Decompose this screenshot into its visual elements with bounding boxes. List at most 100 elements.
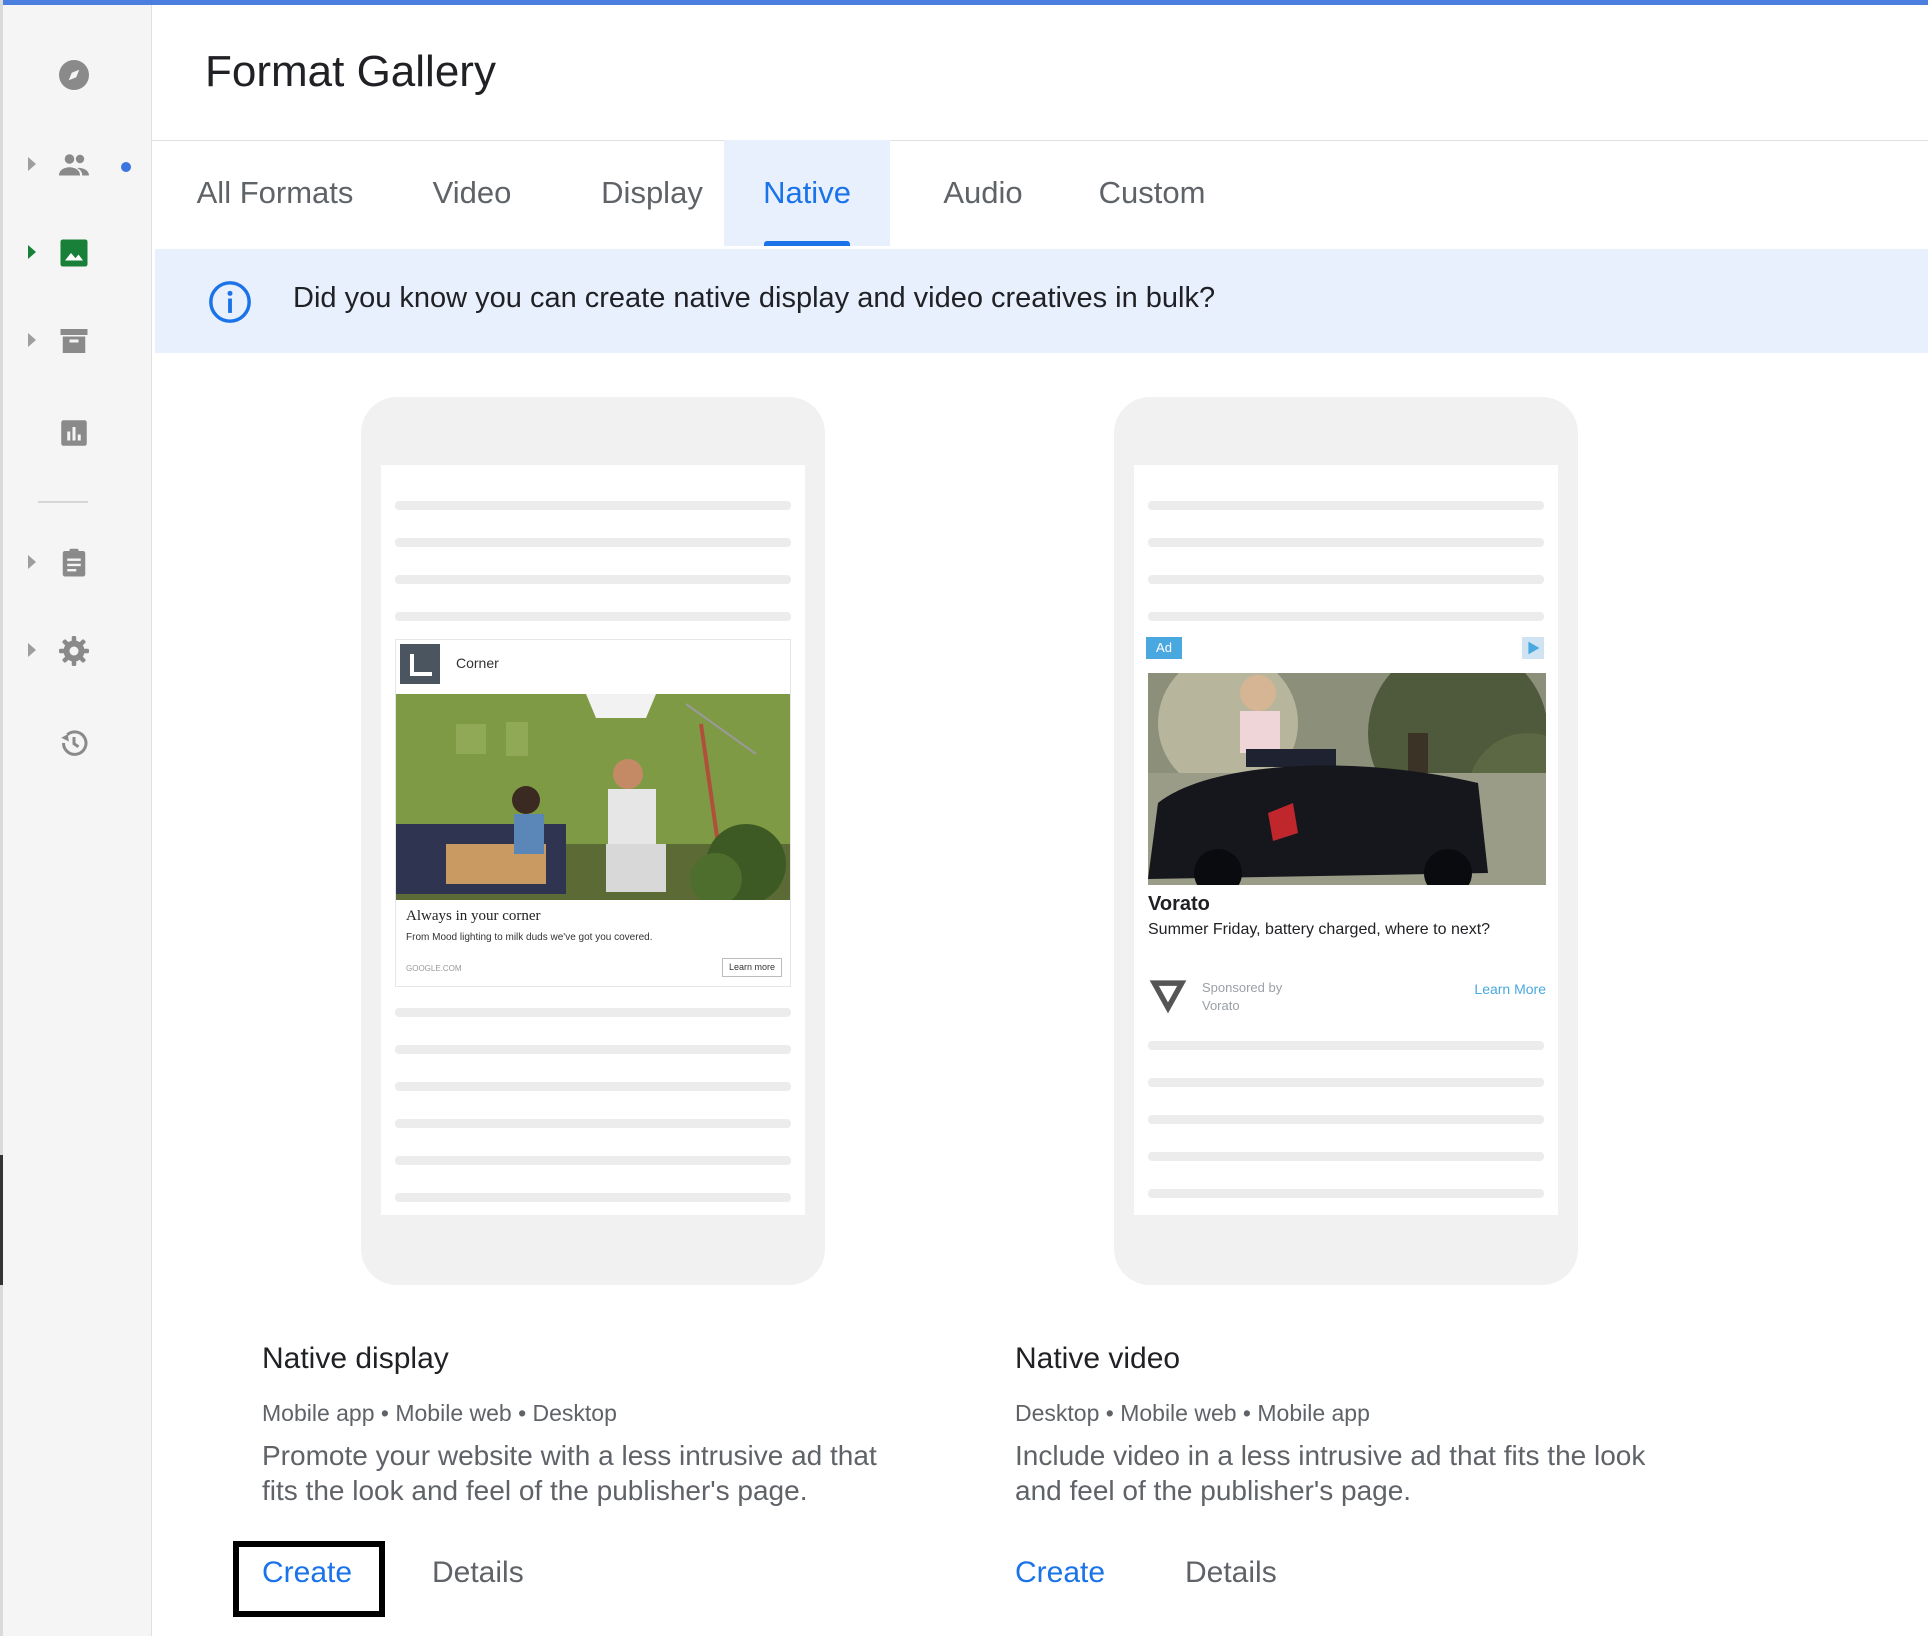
placeholder-line: [395, 1156, 791, 1165]
active-tab-indicator: [764, 241, 850, 246]
sponsor-text: Sponsored by Vorato: [1202, 979, 1282, 1015]
ad-description: From Mood lighting to milk duds we've go…: [406, 932, 653, 943]
sidebar-item-history[interactable]: [0, 711, 152, 775]
tab-all-formats[interactable]: All Formats: [182, 140, 368, 246]
living-room-photo: [396, 694, 790, 900]
card-description: Include video in a less intrusive ad tha…: [1015, 1438, 1695, 1508]
native-display-preview: Corner Always in your corner From Mood l…: [361, 397, 825, 1285]
tab-label: Native: [763, 175, 851, 210]
caret-right-icon: [28, 643, 36, 657]
native-ad-card: Corner Always in your corner From Mood l…: [395, 639, 791, 987]
tab-audio[interactable]: Audio: [916, 140, 1050, 246]
history-icon: [61, 730, 88, 756]
highlight-box: [233, 1541, 385, 1617]
card-title-native-display: Native display: [262, 1342, 449, 1375]
description-line: and feel of the publisher's page.: [1015, 1475, 1412, 1506]
ad-image: [396, 694, 790, 900]
placeholder-line: [395, 1045, 791, 1054]
brand-logo: [400, 644, 440, 684]
ad-domain: GOOGLE.COM: [406, 964, 462, 973]
brand-logo-icon: [1149, 980, 1187, 1014]
sidebar-item-creatives[interactable]: [0, 221, 152, 285]
ad-badge: Ad: [1146, 637, 1182, 659]
description-line: fits the look and feel of the publisher'…: [262, 1475, 808, 1506]
video-ad-title: Vorato: [1148, 893, 1210, 915]
banner-text: Did you know you can create native displ…: [293, 282, 1216, 314]
sidebar: [0, 5, 152, 1636]
window-left-edge: [0, 0, 3, 1636]
placeholder-line: [395, 612, 791, 621]
video-thumbnail: [1148, 673, 1546, 885]
sidebar-item-archive[interactable]: [0, 309, 152, 373]
placeholder-line: [1148, 575, 1544, 584]
placeholder-line: [395, 1193, 791, 1202]
video-ad-description: Summer Friday, battery charged, where to…: [1148, 921, 1491, 938]
ad-headline: Always in your corner: [406, 908, 541, 924]
caret-right-icon: [28, 555, 36, 569]
sidebar-item-reports[interactable]: [0, 401, 152, 465]
placeholder-line: [1148, 1189, 1544, 1198]
tab-native[interactable]: Native: [724, 140, 890, 246]
tab-video[interactable]: Video: [410, 140, 534, 246]
bar-chart-icon: [61, 420, 87, 446]
placeholder-line: [395, 501, 791, 510]
sidebar-item-settings[interactable]: [0, 619, 152, 683]
placeholder-line: [395, 1008, 791, 1017]
ad-brand-name: Corner: [456, 655, 499, 671]
notification-dot: [121, 162, 131, 172]
format-tabs: All Formats Video Display Native Audio C…: [152, 140, 1928, 246]
video-ad-learn-more: Learn More: [1474, 981, 1546, 997]
card-platforms: Mobile app • Mobile web • Desktop: [262, 1400, 617, 1426]
info-banner: Did you know you can create native displ…: [155, 249, 1928, 353]
caret-right-icon: [28, 157, 36, 171]
card-title-native-video: Native video: [1015, 1342, 1181, 1375]
native-video-create-button[interactable]: Create: [1015, 1556, 1105, 1590]
card-platforms: Desktop • Mobile web • Mobile app: [1015, 1400, 1370, 1426]
placeholder-line: [1148, 612, 1544, 621]
placeholder-line: [1148, 1115, 1544, 1124]
tab-label: Video: [432, 175, 512, 210]
window-edge-marker: [0, 1155, 3, 1285]
placeholder-line: [395, 1119, 791, 1128]
explore-icon: [59, 60, 89, 90]
description-line: Include video in a less intrusive ad tha…: [1015, 1440, 1646, 1471]
sidebar-item-explore[interactable]: [0, 43, 152, 107]
page-title: Format Gallery: [205, 47, 496, 96]
phone-screen: Corner Always in your corner From Mood l…: [381, 465, 805, 1215]
archive-icon: [60, 329, 88, 353]
sidebar-item-clipboard[interactable]: [0, 531, 152, 595]
tab-label: All Formats: [196, 175, 354, 210]
tab-display[interactable]: Display: [572, 140, 732, 246]
car-photo: [1148, 673, 1546, 885]
native-video-details-button[interactable]: Details: [1185, 1556, 1277, 1590]
tab-label: Audio: [943, 175, 1023, 210]
gear-icon: [59, 636, 89, 666]
placeholder-line: [1148, 538, 1544, 547]
sidebar-item-people[interactable]: [0, 133, 152, 197]
placeholder-line: [1148, 1152, 1544, 1161]
native-display-details-button[interactable]: Details: [432, 1556, 524, 1590]
people-icon: [59, 154, 89, 176]
native-video-preview: Ad Vorato Summer Friday, battery charged…: [1114, 397, 1578, 1285]
sidebar-divider: [38, 501, 88, 503]
adchoices-icon: [1522, 637, 1544, 659]
ad-learn-more-button: Learn more: [721, 958, 782, 977]
image-icon: [60, 239, 88, 267]
info-icon: [209, 281, 251, 323]
placeholder-line: [1148, 1078, 1544, 1087]
sponsor-line: Sponsored by: [1202, 980, 1283, 995]
tab-custom[interactable]: Custom: [1076, 140, 1228, 246]
description-line: Promote your website with a less intrusi…: [262, 1440, 877, 1471]
clipboard-icon: [62, 548, 86, 577]
sponsor-line: Vorato: [1202, 998, 1240, 1013]
placeholder-line: [395, 538, 791, 547]
tab-label: Display: [601, 175, 703, 210]
caret-right-icon: [28, 333, 36, 347]
tab-label: Custom: [1098, 175, 1206, 210]
placeholder-line: [395, 575, 791, 584]
card-description: Promote your website with a less intrusi…: [262, 1438, 942, 1508]
placeholder-line: [395, 1082, 791, 1091]
placeholder-line: [1148, 1041, 1544, 1050]
caret-right-icon: [28, 245, 36, 259]
placeholder-line: [1148, 501, 1544, 510]
